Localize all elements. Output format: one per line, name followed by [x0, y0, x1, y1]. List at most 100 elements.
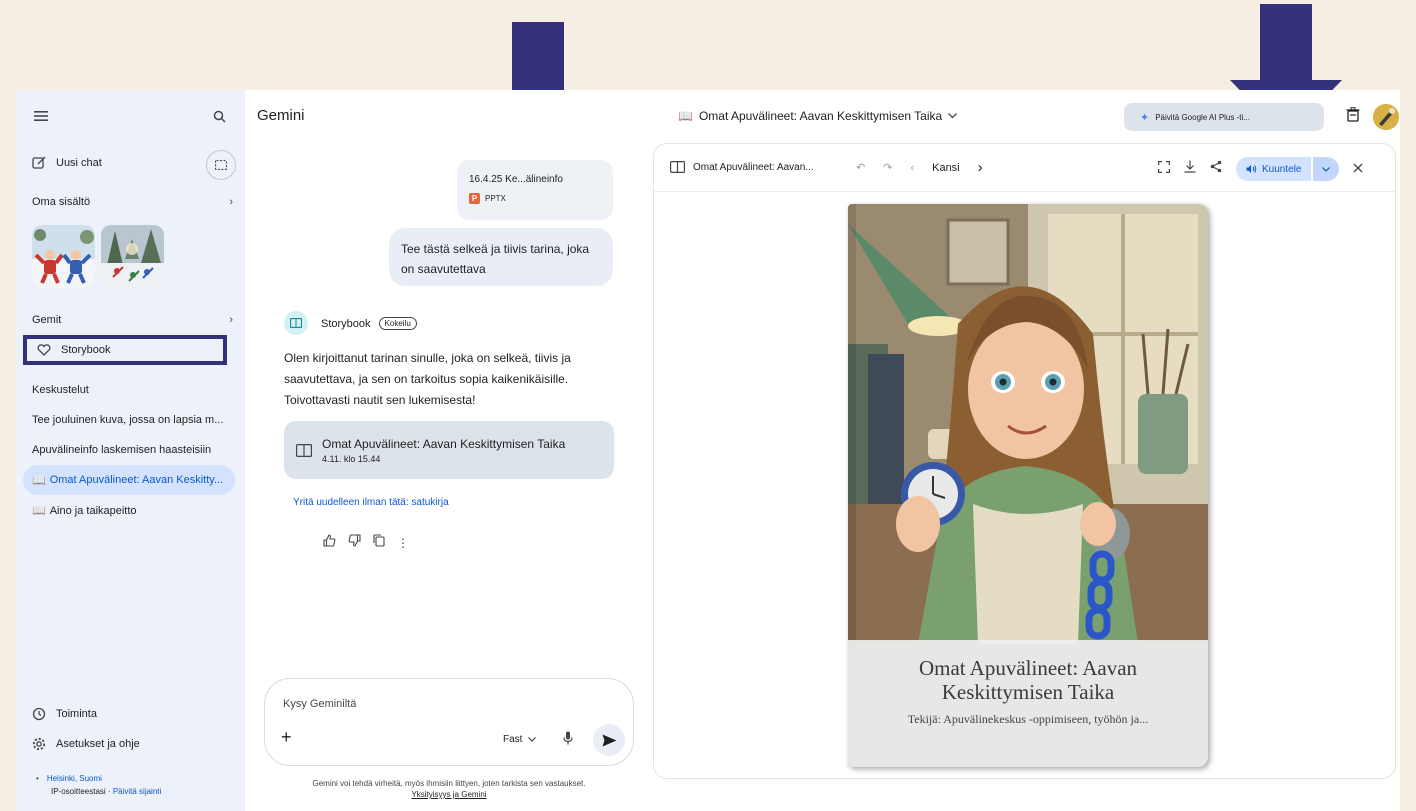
delete-icon[interactable] [1346, 107, 1360, 127]
conversation-label: Aino ja taikapeitto [49, 505, 137, 517]
update-location-link[interactable]: Päivitä sijainti [113, 787, 161, 796]
conversation-item[interactable]: Apuvälineinfo laskemisen haasteisiin [32, 444, 211, 456]
microphone-icon[interactable] [563, 731, 573, 750]
settings-button[interactable]: Asetukset ja ohje [32, 737, 233, 751]
viewer-title-group: Omat Apuvälineet: Aavan... [670, 161, 814, 173]
conversations-header: Keskustelut [32, 384, 89, 396]
close-icon[interactable] [1353, 160, 1363, 178]
book-icon: 📖 [32, 505, 46, 517]
download-icon[interactable] [1184, 160, 1196, 178]
redo-icon[interactable]: ↷ [883, 161, 892, 174]
cover-title-band: Omat Apuvälineet: Aavan Keskittymisen Ta… [848, 640, 1208, 767]
model-selector-label: Fast [503, 734, 523, 745]
conversation-item[interactable]: Tee jouluinen kuva, jossa on lapsia m... [32, 414, 223, 426]
new-chat-label: Uusi chat [56, 157, 102, 169]
own-content-section[interactable]: Oma sisältö › [32, 196, 233, 208]
file-name: 16.4.25 Ke...älineinfo [469, 174, 563, 185]
privacy-link[interactable]: Yksityisyys ja Gemini [411, 790, 486, 799]
model-selector[interactable]: Fast [503, 734, 537, 745]
book-icon: 📖 [678, 109, 693, 123]
gear-icon [32, 737, 46, 751]
assistant-answer: Olen kirjoittanut tarinan sinulle, joka … [284, 351, 571, 407]
listen-options-dropdown[interactable] [1313, 157, 1340, 181]
prompt-input-box[interactable]: Kysy Geminiltä + Fast [264, 678, 634, 766]
temporary-chat-button[interactable] [206, 150, 236, 180]
upgrade-button[interactable]: ✦ Päivitä Google AI Plus -ti... [1124, 103, 1324, 131]
copy-icon[interactable] [373, 534, 385, 552]
chevron-down-icon [528, 737, 537, 742]
gem-name: Storybook [321, 317, 371, 330]
activity-label: Toiminta [56, 708, 97, 720]
cover-title: Omat Apuvälineet: Aavan Keskittymisen Ta… [918, 656, 1138, 704]
storybook-viewer: Omat Apuvälineet: Aavan... ↶ ↷ ‹ Kansi › [653, 143, 1396, 779]
search-icon[interactable] [210, 108, 228, 124]
response-actions: ⋮ [323, 534, 409, 552]
own-content-label: Oma sisältö [32, 196, 91, 208]
listen-label: Kuuntele [1262, 163, 1302, 175]
gems-section[interactable]: Gemit › [32, 314, 233, 326]
storybook-gem-icon [284, 311, 308, 335]
book-icon [296, 443, 312, 457]
ip-text: IP-osoitteestasi [51, 787, 106, 796]
previous-page-icon[interactable]: ‹ [910, 162, 914, 174]
conversation-label: Omat Apuvälineet: Aavan Keskitty... [49, 474, 224, 486]
chevron-right-icon: › [229, 314, 233, 326]
own-content-thumbnails [32, 225, 164, 288]
experiment-badge: Kokeilu [378, 317, 417, 330]
more-options-icon[interactable]: ⋮ [397, 536, 409, 550]
conversation-item[interactable]: 📖 Aino ja taikapeitto [32, 504, 137, 517]
listen-button[interactable]: Kuuntele [1236, 157, 1312, 181]
send-icon [602, 734, 616, 746]
send-button[interactable] [593, 724, 625, 756]
disclaimer: Gemini voi tehdä virheitä, myös ihmisiin… [245, 778, 653, 800]
viewer-toolbar: Omat Apuvälineet: Aavan... ↶ ↷ ‹ Kansi › [654, 144, 1395, 192]
retry-without-gem-link[interactable]: Yritä uudelleen ilman tätä: satukirja [293, 497, 449, 508]
listen-button-group: Kuuntele [1236, 157, 1340, 181]
storybook-card[interactable]: Omat Apuvälineet: Aavan Keskittymisen Ta… [284, 421, 614, 479]
book-icon: 📖 [32, 474, 46, 487]
pptx-file-icon: P [469, 193, 480, 204]
document-title-dropdown[interactable]: 📖 Omat Apuvälineet: Aavan Keskittymisen … [678, 109, 958, 123]
share-icon[interactable] [1210, 160, 1222, 178]
chevron-right-icon: › [229, 196, 233, 208]
storybook-label: Storybook [61, 344, 111, 356]
next-page-icon[interactable]: › [978, 159, 983, 176]
chat-panel: Gemini 16.4.25 Ke...älineinfo P PPTX Tee… [245, 90, 645, 811]
file-type: PPTX [485, 194, 506, 203]
uploaded-file-chip[interactable]: 16.4.25 Ke...älineinfo P PPTX [457, 160, 613, 220]
book-icon [670, 161, 685, 173]
sidebar: Uusi chat Oma sisältö › Gemit › Storyboo… [16, 90, 245, 811]
gems-label: Gemit [32, 314, 62, 326]
chevron-down-icon [1322, 166, 1331, 172]
page-title: Gemini [257, 107, 305, 124]
new-chat-button[interactable]: Uusi chat [32, 156, 233, 170]
book-card-date: 4.11. klo 15.44 [322, 453, 381, 464]
cover-author: Tekijä: Apuvälinekeskus -oppimiseen, työ… [907, 712, 1149, 726]
history-icon [32, 707, 46, 721]
menu-icon[interactable] [32, 108, 50, 124]
location-info: • Helsinki, Suomi IP-osoitteestasi · Päiv… [36, 774, 162, 796]
thumbnail-snow-angels[interactable] [32, 225, 95, 288]
avatar[interactable] [1373, 104, 1399, 130]
book-cover: Omat Apuvälineet: Aavan Keskittymisen Ta… [848, 204, 1208, 767]
page-navigation: ↶ ↷ ‹ Kansi › [856, 159, 983, 176]
thumbs-down-icon[interactable] [348, 534, 361, 552]
prompt-input-placeholder[interactable]: Kysy Geminiltä [283, 698, 356, 710]
document-title: Omat Apuvälineet: Aavan Keskittymisen Ta… [698, 109, 943, 123]
sidebar-item-storybook[interactable]: Storybook [23, 335, 227, 365]
thumbs-up-icon[interactable] [323, 534, 336, 552]
conversation-item-active[interactable]: 📖 Omat Apuvälineet: Aavan Keskitty... [23, 465, 235, 495]
settings-label: Asetukset ja ohje [56, 738, 140, 750]
sparkle-icon: ✦ [1140, 111, 1150, 124]
activity-button[interactable]: Toiminta [32, 707, 233, 721]
gem-heart-icon [37, 344, 51, 356]
edit-icon [32, 156, 46, 169]
undo-icon[interactable]: ↶ [856, 161, 865, 174]
fullscreen-icon[interactable] [1158, 160, 1170, 178]
upgrade-label: Päivitä Google AI Plus -ti... [1155, 112, 1250, 122]
current-page-label: Kansi [932, 161, 960, 174]
thumbnail-winter-forest[interactable] [101, 225, 164, 288]
disclaimer-text: Gemini voi tehdä virheitä, myös ihmisiin… [312, 779, 586, 788]
add-attachment-icon[interactable]: + [281, 727, 292, 748]
book-card-title: Omat Apuvälineet: Aavan Keskittymisen Ta… [322, 436, 566, 451]
